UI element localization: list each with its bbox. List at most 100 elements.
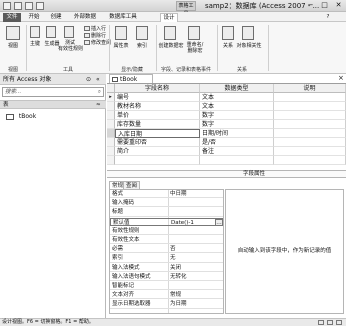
indexes-button[interactable]: 索引 bbox=[133, 42, 151, 49]
design-view-icon[interactable] bbox=[327, 320, 333, 325]
property-value[interactable]: 关闭 bbox=[170, 264, 181, 272]
description-cell-empty[interactable] bbox=[274, 156, 346, 165]
data-type-cell[interactable]: 是/否 bbox=[200, 138, 274, 147]
row-selector[interactable] bbox=[107, 138, 115, 147]
primary-key-icon[interactable] bbox=[30, 26, 40, 38]
field-name-cell-empty[interactable] bbox=[115, 156, 200, 165]
sql-view-icon[interactable] bbox=[336, 320, 342, 325]
tab-create[interactable]: 创建 bbox=[48, 13, 64, 22]
indexes-icon[interactable] bbox=[136, 26, 148, 40]
modify-lookups-button[interactable]: 修改查阅 bbox=[91, 39, 111, 46]
create-data-macros-button[interactable]: 创建数据宏 bbox=[158, 42, 184, 49]
property-row[interactable]: 输入法模式 关闭 bbox=[110, 264, 223, 272]
chevron-down-icon[interactable]: ⊙ bbox=[86, 74, 91, 85]
test-validation-rules-button[interactable]: 测试 有效性规则 bbox=[58, 40, 83, 52]
data-type-cell[interactable]: 文本 bbox=[200, 102, 274, 111]
data-type-cell[interactable]: 日期/时间 bbox=[200, 129, 274, 138]
help-icon[interactable]: ? bbox=[324, 13, 332, 22]
property-row-selected[interactable]: 默认值 Date()-1… bbox=[110, 217, 223, 227]
field-name-cell[interactable]: 教材名称 bbox=[115, 102, 200, 111]
property-row[interactable]: 有效性规则 bbox=[110, 227, 223, 235]
builder-ellipsis-button[interactable]: … bbox=[215, 218, 223, 226]
object-dependencies-button[interactable]: 对象相关性 bbox=[236, 42, 262, 49]
close-icon[interactable]: × bbox=[338, 75, 344, 82]
description-cell[interactable] bbox=[274, 120, 346, 129]
property-value[interactable]: 无转化 bbox=[170, 273, 187, 281]
tab-database-tools[interactable]: 数据库工具 bbox=[106, 13, 140, 22]
field-name-cell[interactable]: 简介 bbox=[115, 147, 200, 156]
property-row[interactable]: 必需 否 bbox=[110, 245, 223, 254]
property-row[interactable]: 输入掩码 bbox=[110, 199, 223, 208]
collapse-pane-icon[interactable]: « bbox=[96, 74, 100, 85]
description-cell[interactable] bbox=[274, 102, 346, 111]
tab-home[interactable]: 开始 bbox=[26, 13, 42, 22]
row-selector[interactable] bbox=[107, 102, 115, 111]
property-sheet-icon[interactable] bbox=[115, 26, 127, 40]
collapse-group-icon[interactable]: ≈ bbox=[96, 101, 101, 109]
property-value[interactable]: 否 bbox=[170, 245, 176, 253]
row-selector[interactable] bbox=[107, 120, 115, 129]
property-row[interactable]: 索引 无 bbox=[110, 254, 223, 263]
data-type-cell[interactable]: 数字 bbox=[200, 120, 274, 129]
property-sheet-button[interactable]: 属性表 bbox=[111, 42, 131, 49]
nav-search-input[interactable]: 搜索... ⌕ bbox=[2, 87, 104, 97]
row-selector-selected[interactable] bbox=[107, 129, 115, 138]
test-validation-icon[interactable] bbox=[64, 26, 74, 38]
doc-tab-tbook[interactable]: tBook bbox=[109, 74, 153, 83]
property-row[interactable]: 显示日期选取器 为日期 bbox=[110, 300, 223, 309]
maximize-button[interactable]: □ bbox=[318, 1, 331, 10]
builder-icon[interactable] bbox=[46, 26, 56, 38]
tab-external-data[interactable]: 外部数据 bbox=[70, 13, 100, 22]
redo-icon[interactable] bbox=[36, 2, 44, 10]
view-icon[interactable] bbox=[6, 26, 20, 40]
close-button[interactable]: ✕ bbox=[332, 1, 345, 10]
save-icon[interactable] bbox=[14, 2, 22, 10]
data-type-cell[interactable]: 文本 bbox=[200, 93, 274, 102]
row-selector[interactable] bbox=[107, 111, 115, 120]
description-cell[interactable] bbox=[274, 129, 346, 138]
object-dependencies-icon[interactable] bbox=[242, 26, 254, 40]
nav-item-tbook[interactable]: tBook bbox=[6, 112, 86, 122]
property-value[interactable]: 为日期 bbox=[170, 300, 187, 308]
property-row[interactable]: 有效性文本 bbox=[110, 236, 223, 245]
access-app-icon[interactable] bbox=[3, 2, 11, 10]
description-cell[interactable] bbox=[274, 93, 346, 102]
property-row[interactable]: 智能标记 bbox=[110, 282, 223, 291]
property-value[interactable]: 中日期 bbox=[170, 190, 187, 198]
minimize-button[interactable]: − bbox=[304, 1, 317, 10]
tab-lookup[interactable]: 查阅 bbox=[123, 181, 141, 189]
field-name-cell-selected[interactable]: 入库日期 bbox=[115, 129, 200, 138]
property-row[interactable]: 标题 bbox=[110, 208, 223, 217]
insert-rows-icon[interactable] bbox=[84, 26, 90, 31]
property-row[interactable]: 输入法语句模式 无转化 bbox=[110, 273, 223, 281]
property-row[interactable]: 文本对齐 常规 bbox=[110, 291, 223, 300]
row-selector[interactable]: ▸ bbox=[107, 93, 115, 102]
field-name-cell[interactable]: 库存数量 bbox=[115, 120, 200, 129]
description-cell[interactable] bbox=[274, 138, 346, 147]
nav-category-tables[interactable]: 表 ≈ bbox=[0, 100, 106, 109]
field-name-cell[interactable]: 编号 bbox=[115, 93, 200, 102]
views-button-label[interactable]: 视图 bbox=[2, 42, 24, 49]
rename-delete-macro-button[interactable]: 重命名/ 删除宏 bbox=[183, 42, 207, 54]
primary-key-button[interactable]: 主键 bbox=[28, 40, 42, 47]
row-selector[interactable] bbox=[107, 147, 115, 156]
datasheet-view-icon[interactable] bbox=[318, 320, 324, 325]
search-icon[interactable]: ⌕ bbox=[98, 88, 101, 97]
tab-file[interactable]: 文件 bbox=[3, 13, 21, 22]
field-name-cell[interactable]: 需要重印否 bbox=[115, 138, 200, 147]
row-selector[interactable] bbox=[107, 156, 115, 165]
description-cell[interactable] bbox=[274, 111, 346, 120]
data-type-cell[interactable]: 备注 bbox=[200, 147, 274, 156]
description-cell[interactable] bbox=[274, 147, 346, 156]
insert-rows-button[interactable]: 插入行 bbox=[91, 25, 106, 32]
rename-delete-macro-icon[interactable] bbox=[188, 26, 200, 40]
default-value-input[interactable]: Date()-1 bbox=[171, 219, 194, 227]
field-name-cell[interactable]: 单价 bbox=[115, 111, 200, 120]
data-type-cell[interactable]: 数字 bbox=[200, 111, 274, 120]
relationships-button[interactable]: 关系 bbox=[219, 42, 237, 49]
property-value[interactable]: 无 bbox=[170, 254, 176, 262]
delete-rows-icon[interactable] bbox=[84, 33, 90, 38]
data-type-cell-empty[interactable] bbox=[200, 156, 274, 165]
property-row[interactable]: 格式 中日期 bbox=[110, 190, 223, 199]
modify-lookups-icon[interactable] bbox=[84, 40, 90, 45]
